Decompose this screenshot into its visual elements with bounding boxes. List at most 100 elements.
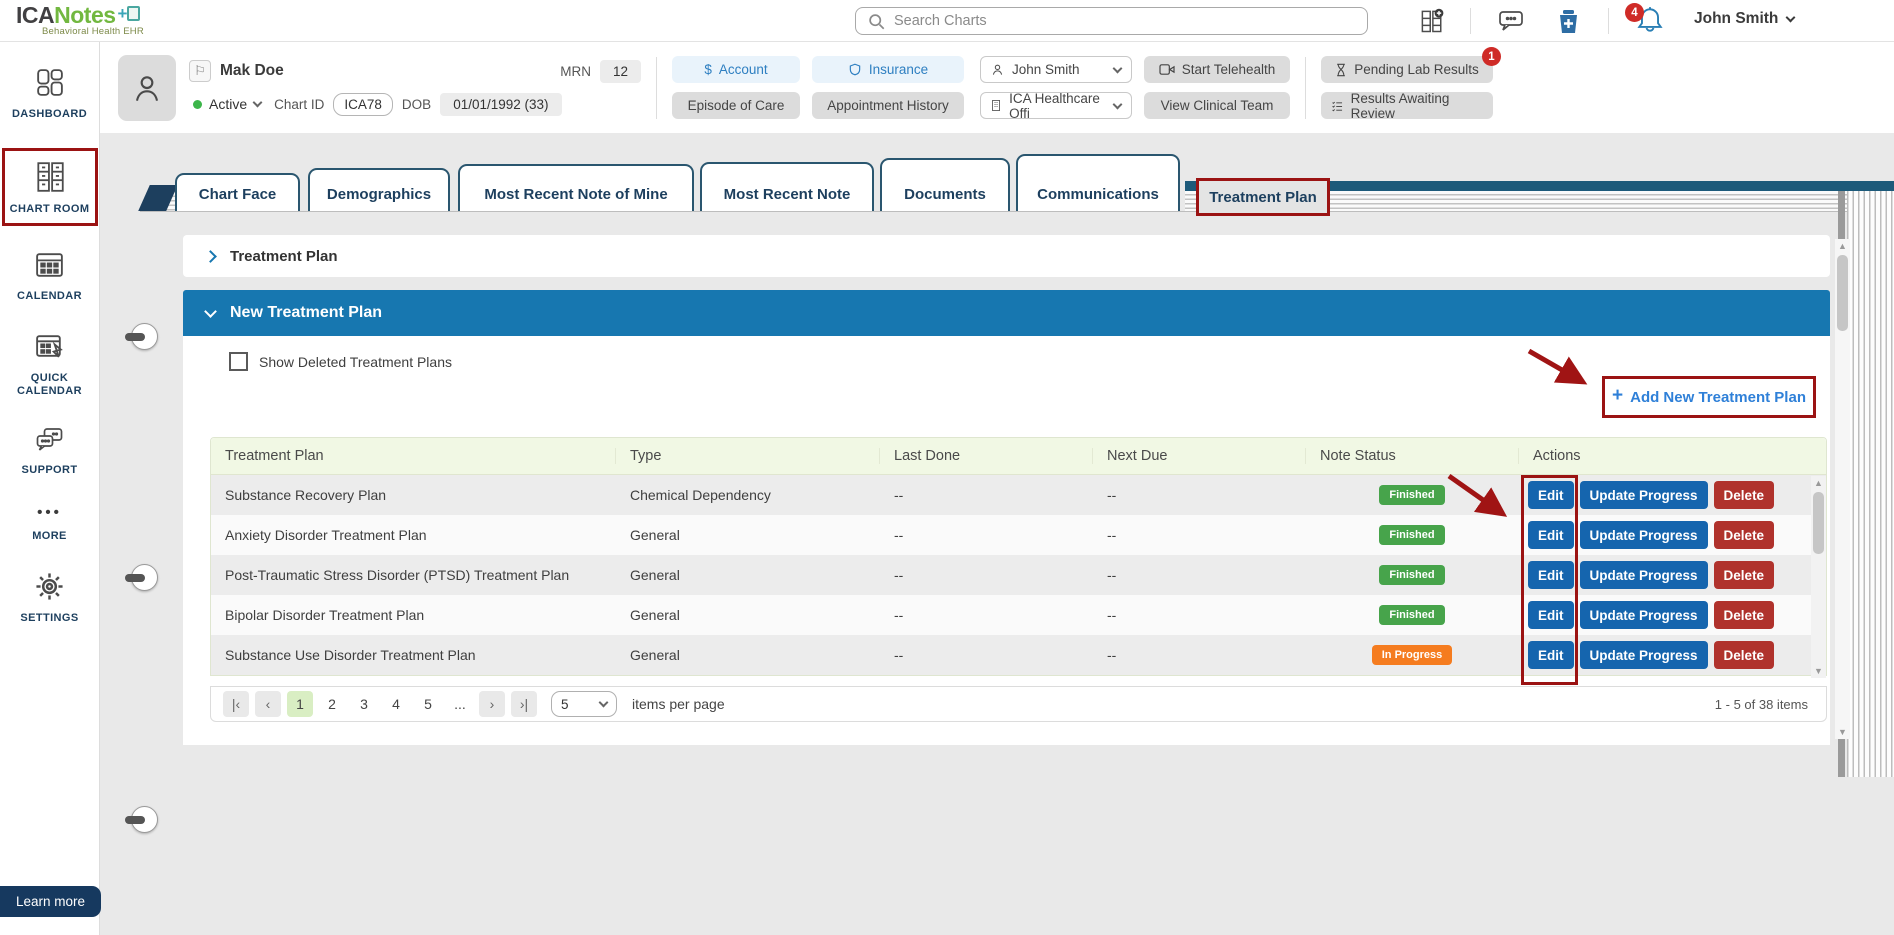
edit-button[interactable]: Edit — [1528, 481, 1574, 509]
tab-most-recent-note-of-mine[interactable]: Most Recent Note of Mine — [458, 164, 694, 211]
page-button-3[interactable]: 3 — [351, 691, 377, 717]
chevron-down-icon — [204, 304, 217, 318]
add-new-treatment-plan-button[interactable]: + Add New Treatment Plan — [1602, 376, 1816, 418]
scrollbar-thumb[interactable] — [1813, 492, 1824, 554]
update-progress-button[interactable]: Update Progress — [1579, 601, 1708, 629]
next-page-button[interactable]: › — [479, 691, 505, 717]
scroll-up-icon[interactable]: ▲ — [1835, 241, 1850, 251]
chart-id-label: Chart ID — [274, 96, 325, 112]
prescriptions-icon[interactable] — [1556, 8, 1581, 35]
edit-button[interactable]: Edit — [1528, 561, 1574, 589]
sidebar-item-chart-room[interactable]: CHART ROOM — [1, 148, 98, 226]
page-scrollbar[interactable]: ▲ ▼ — [1835, 239, 1850, 739]
pending-lab-results-button[interactable]: Pending Lab Results 1 — [1321, 47, 1501, 83]
patient-status: Active — [209, 96, 248, 112]
notifications-bell[interactable]: 4 — [1625, 3, 1664, 35]
delete-button[interactable]: Delete — [1713, 561, 1775, 589]
dollar-icon: $ — [704, 62, 712, 77]
provider-dropdown[interactable]: John Smith — [980, 56, 1132, 83]
edit-button[interactable]: Edit — [1528, 521, 1574, 549]
learn-more-button[interactable]: Learn more — [0, 886, 101, 917]
patient-status-dropdown[interactable]: Active — [189, 94, 265, 114]
results-awaiting-review-button[interactable]: Results Awaiting Review — [1321, 91, 1493, 121]
search-icon — [869, 13, 885, 29]
sidebar-item-support[interactable]: SUPPORT — [2, 425, 98, 477]
office-dropdown[interactable]: ICA Healthcare Offi — [980, 91, 1132, 121]
tab-treatment-plan[interactable]: Treatment Plan — [1196, 178, 1330, 216]
treatment-plan-collapsed-section[interactable]: Treatment Plan — [183, 235, 1830, 277]
tab-most-recent-note[interactable]: Most Recent Note — [700, 162, 874, 211]
patient-name: Mak Doe — [220, 62, 284, 79]
delete-button[interactable]: Delete — [1713, 481, 1775, 509]
chart-room-icon — [36, 162, 64, 192]
provider-name: John Smith — [1012, 62, 1080, 77]
edit-button[interactable]: Edit — [1528, 601, 1574, 629]
search-charts-box[interactable] — [855, 7, 1368, 35]
logo-plus-icon: + — [117, 4, 128, 23]
appointment-history-button[interactable]: Appointment History — [812, 92, 964, 119]
scroll-up-icon[interactable]: ▲ — [1811, 478, 1826, 488]
drawer-handle[interactable] — [125, 323, 158, 350]
update-progress-button[interactable]: Update Progress — [1579, 521, 1708, 549]
view-clinical-team-button[interactable]: View Clinical Team — [1144, 92, 1290, 119]
show-deleted-label: Show Deleted Treatment Plans — [259, 353, 452, 370]
delete-button[interactable]: Delete — [1713, 601, 1775, 629]
update-progress-button[interactable]: Update Progress — [1579, 641, 1708, 669]
page-size-select[interactable]: 5 — [551, 691, 617, 717]
sidebar-item-settings[interactable]: SETTINGS — [2, 570, 98, 625]
drawer-handle[interactable] — [125, 564, 158, 591]
messages-icon[interactable] — [1498, 9, 1524, 33]
previous-page-button[interactable]: ‹ — [255, 691, 281, 717]
page-button-5[interactable]: 5 — [415, 691, 441, 717]
annotation-arrow-add — [1527, 348, 1588, 385]
insurance-button[interactable]: Insurance — [812, 56, 964, 83]
items-range-label: 1 - 5 of 38 items — [1714, 696, 1808, 712]
sidebar-item-quick-calendar[interactable]: QUICK CALENDAR — [2, 330, 98, 398]
delete-button[interactable]: Delete — [1713, 641, 1775, 669]
drawer-handle[interactable] — [125, 806, 158, 833]
table-scrollbar[interactable]: ▲ ▼ — [1811, 476, 1826, 678]
update-progress-button[interactable]: Update Progress — [1579, 481, 1708, 509]
page-ellipsis[interactable]: ... — [447, 691, 473, 717]
sidebar-item-more[interactable]: ••• MORE — [2, 504, 98, 543]
sidebar-item-dashboard[interactable]: DASHBOARD — [2, 66, 98, 121]
support-icon — [36, 428, 63, 451]
update-progress-button[interactable]: Update Progress — [1579, 561, 1708, 589]
chevron-down-icon — [1785, 12, 1796, 23]
page-button-4[interactable]: 4 — [383, 691, 409, 717]
logo-text-ica: ICA — [16, 2, 55, 28]
tab-demographics[interactable]: Demographics — [308, 168, 450, 211]
edit-button[interactable]: Edit — [1528, 641, 1574, 669]
search-input[interactable] — [894, 13, 1355, 29]
pending-labs-count-badge: 1 — [1482, 47, 1501, 66]
tab-chart-face[interactable]: Chart Face — [175, 173, 300, 211]
delete-button[interactable]: Delete — [1713, 521, 1775, 549]
page-button-2[interactable]: 2 — [319, 691, 345, 717]
scrollbar-thumb[interactable] — [1837, 255, 1848, 331]
tab-communications[interactable]: Communications — [1016, 154, 1180, 211]
left-sidebar: DASHBOARD CHART ROOM CALENDAR QUICK CALE… — [0, 42, 100, 935]
patient-header: ⚐ Mak Doe MRN 12 Active Chart ID ICA78 D… — [100, 42, 1894, 133]
start-telehealth-button[interactable]: Start Telehealth — [1144, 56, 1290, 83]
col-treatment-plan: Treatment Plan — [211, 448, 616, 464]
sidebar-item-calendar[interactable]: CALENDAR — [2, 248, 98, 303]
scroll-down-icon[interactable]: ▼ — [1811, 666, 1826, 676]
add-chart-cabinet-icon[interactable] — [1418, 7, 1446, 35]
topbar-divider — [1608, 8, 1609, 34]
scroll-down-icon[interactable]: ▼ — [1835, 727, 1850, 737]
patient-flag-icon[interactable]: ⚐ — [189, 60, 211, 82]
page-button-1[interactable]: 1 — [287, 691, 313, 717]
table-header-row: Treatment Plan Type Last Done Next Due N… — [211, 438, 1826, 475]
last-page-button[interactable]: ›| — [511, 691, 537, 717]
user-menu[interactable]: John Smith — [1694, 10, 1796, 28]
tab-documents[interactable]: Documents — [880, 158, 1010, 211]
first-page-button[interactable]: |‹ — [223, 691, 249, 717]
gear-icon — [36, 573, 63, 600]
logo-document-icon — [127, 6, 141, 21]
account-button[interactable]: $ Account — [672, 56, 800, 83]
chart-id-value: ICA78 — [333, 92, 393, 116]
new-treatment-plan-section-header[interactable]: New Treatment Plan — [183, 290, 1830, 336]
show-deleted-checkbox[interactable] — [229, 352, 248, 371]
episode-of-care-button[interactable]: Episode of Care — [672, 92, 800, 119]
pagination-bar: |‹ ‹ 1 2 3 4 5 ... › ›| 5 items per page… — [210, 686, 1827, 722]
